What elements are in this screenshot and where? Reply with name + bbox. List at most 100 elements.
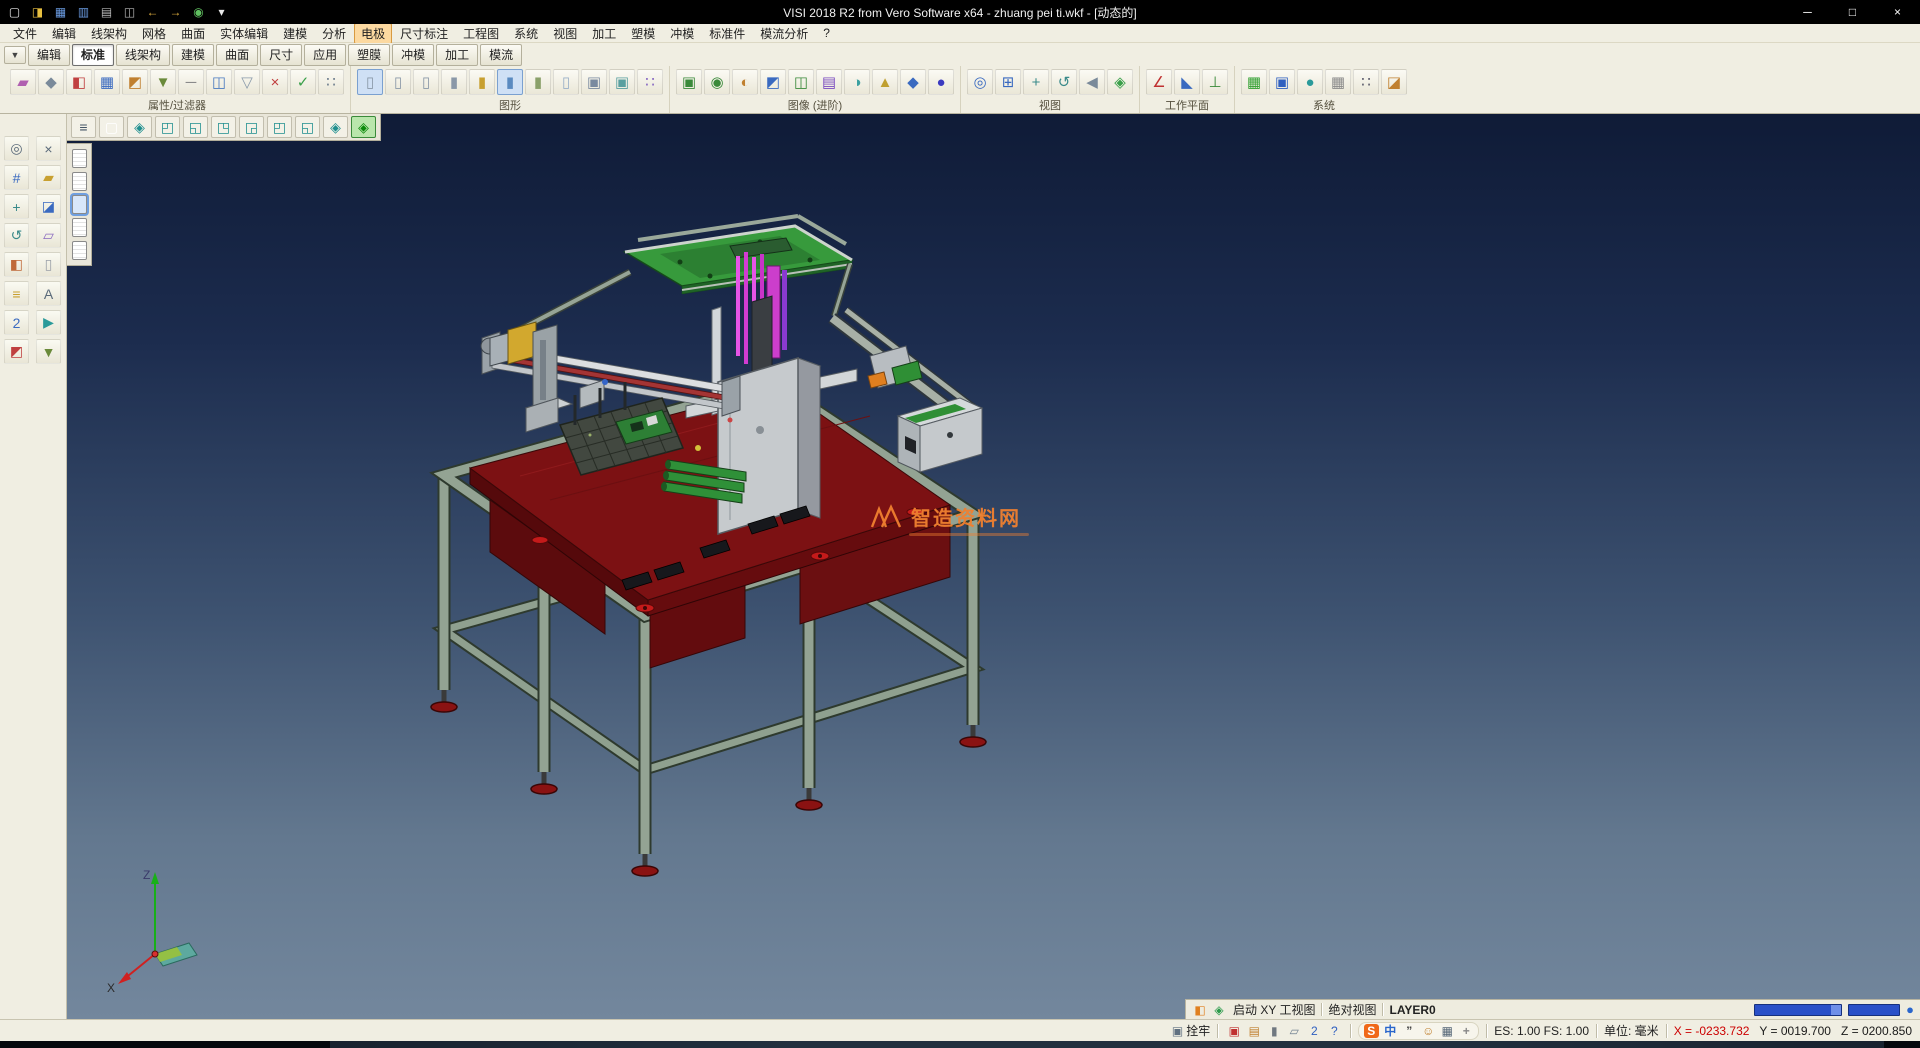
menu-help[interactable]: ?: [816, 24, 837, 42]
system-globe-icon[interactable]: ●: [1297, 69, 1323, 95]
tab-wireframe[interactable]: 线架构: [116, 44, 170, 66]
filter-type-icon[interactable]: ▼: [150, 69, 176, 95]
workplane-normal-icon[interactable]: ⊥: [1202, 69, 1228, 95]
ime-cn-icon[interactable]: 中: [1382, 1023, 1398, 1038]
view-zoom-window-icon[interactable]: ⊞: [995, 69, 1021, 95]
qa-open-icon[interactable]: ◨: [27, 3, 48, 22]
menu-electrode[interactable]: 电极: [354, 23, 392, 44]
system-calc-icon[interactable]: ∷: [1353, 69, 1379, 95]
tab-edit[interactable]: 编辑: [28, 44, 70, 66]
tab-machining[interactable]: 加工: [436, 44, 478, 66]
shade-points-icon[interactable]: ∷: [637, 69, 663, 95]
menu-flow-analysis[interactable]: 模流分析: [753, 23, 815, 44]
stamp-icon[interactable]: ◧: [4, 252, 29, 277]
menu-machining[interactable]: 加工: [585, 23, 623, 44]
tab-surface[interactable]: 曲面: [216, 44, 258, 66]
view-cube-top-icon[interactable]: ◰: [155, 116, 180, 138]
qa-new-icon[interactable]: ▢: [4, 3, 25, 22]
shade-hidden-icon[interactable]: ▯: [385, 69, 411, 95]
view-zoom-all-icon[interactable]: ◎: [967, 69, 993, 95]
tab-flow[interactable]: 模流: [480, 44, 522, 66]
adv-zebra-icon[interactable]: ▤: [816, 69, 842, 95]
viewbar-plane-icon[interactable]: ▢: [99, 116, 124, 138]
grid-snap-icon[interactable]: #: [4, 165, 29, 190]
tab-list-dropdown[interactable]: ▼: [4, 46, 26, 64]
menu-mold[interactable]: 塑模: [624, 23, 662, 44]
adv-curvature-icon[interactable]: ◑: [844, 69, 870, 95]
adv-section-icon[interactable]: ◫: [788, 69, 814, 95]
workplane-xy-icon[interactable]: ∠: [1146, 69, 1172, 95]
view-cube-right-icon[interactable]: ◳: [211, 116, 236, 138]
rotate-icon[interactable]: ↺: [4, 223, 29, 248]
qa-print-icon[interactable]: ▤: [96, 3, 117, 22]
view-rotate-icon[interactable]: ↺: [1051, 69, 1077, 95]
qa-undo-icon[interactable]: ←: [142, 3, 163, 22]
clipboard-2[interactable]: [72, 172, 87, 191]
tab-modeling[interactable]: 建模: [172, 44, 214, 66]
adv-draft-icon[interactable]: ▲: [872, 69, 898, 95]
clipboard-5[interactable]: [72, 241, 87, 260]
status-pen-icon[interactable]: ▱: [1285, 1022, 1303, 1039]
qa-save-icon[interactable]: ▦: [50, 3, 71, 22]
menu-mesh[interactable]: 网格: [135, 23, 173, 44]
menu-system[interactable]: 系统: [507, 23, 545, 44]
clipboard-3[interactable]: [72, 195, 87, 214]
erase-icon[interactable]: ◪: [36, 194, 61, 219]
qa-redo-icon[interactable]: →: [165, 3, 186, 22]
active-layer-label[interactable]: LAYER0: [1389, 1003, 1435, 1017]
trim-icon[interactable]: ×: [36, 136, 61, 161]
adv-light-icon[interactable]: ◐: [732, 69, 758, 95]
sogou-logo-icon[interactable]: S: [1363, 1023, 1379, 1038]
lock-toggle[interactable]: ▣ 拴牢: [1172, 1022, 1210, 1039]
ime-keyboard-icon[interactable]: ▦: [1439, 1023, 1455, 1038]
view-previous-icon[interactable]: ◀: [1079, 69, 1105, 95]
adv-material-icon[interactable]: ◉: [704, 69, 730, 95]
menu-drawing[interactable]: 工程图: [456, 23, 506, 44]
attr-copy-icon[interactable]: ◫: [206, 69, 232, 95]
filter-line-icon[interactable]: ─: [178, 69, 204, 95]
shade-wire-icon[interactable]: ▯: [357, 69, 383, 95]
menu-standard-parts[interactable]: 标准件: [702, 23, 752, 44]
attr-check-icon[interactable]: ✓: [290, 69, 316, 95]
menu-modeling[interactable]: 建模: [276, 23, 314, 44]
page-icon[interactable]: ▯: [36, 252, 61, 277]
adv-reflection-icon[interactable]: ◆: [900, 69, 926, 95]
filter-color-icon[interactable]: ◩: [122, 69, 148, 95]
view-cube-front-icon[interactable]: ◱: [183, 116, 208, 138]
system-colors-icon[interactable]: ▦: [1241, 69, 1267, 95]
sketch-icon[interactable]: ▰: [36, 165, 61, 190]
tab-standard[interactable]: 标准: [72, 44, 114, 66]
status-image-icon[interactable]: ▤: [1245, 1022, 1263, 1039]
qa-preview-icon[interactable]: ◫: [119, 3, 140, 22]
attr-erase-icon[interactable]: ×: [262, 69, 288, 95]
adv-shade-icon[interactable]: ▣: [676, 69, 702, 95]
adv-environment-icon[interactable]: ●: [928, 69, 954, 95]
workplane-axis-icon[interactable]: ◈: [1211, 1002, 1227, 1018]
attr-pen-icon[interactable]: ▰: [10, 69, 36, 95]
menu-dimension[interactable]: 尺寸标注: [393, 23, 455, 44]
ime-punct-icon[interactable]: ”: [1401, 1023, 1417, 1038]
minimize-button[interactable]: ─: [1785, 0, 1830, 24]
play-icon[interactable]: ▶: [36, 310, 61, 335]
tab-mold[interactable]: 塑膜: [348, 44, 390, 66]
view-mode-label[interactable]: 绝对视图: [1328, 1001, 1376, 1018]
system-screen-icon[interactable]: ▣: [1269, 69, 1295, 95]
attr-match-icon[interactable]: ◆: [38, 69, 64, 95]
selection-color-bar[interactable]: [1754, 1004, 1842, 1016]
filter-layer-icon[interactable]: ▦: [94, 69, 120, 95]
adv-shadow-icon[interactable]: ◩: [760, 69, 786, 95]
ime-emoji-icon[interactable]: ☺: [1420, 1023, 1436, 1038]
filter-funnel-icon[interactable]: ▽: [234, 69, 260, 95]
menu-solid-edit[interactable]: 实体编辑: [213, 23, 275, 44]
highlight-color-bar[interactable]: [1848, 1004, 1900, 1016]
shade-flat-icon[interactable]: ▮: [469, 69, 495, 95]
system-grid-icon[interactable]: ▦: [1325, 69, 1351, 95]
clipboard-4[interactable]: [72, 218, 87, 237]
tab-die[interactable]: 冲模: [392, 44, 434, 66]
tab-dimension[interactable]: 尺寸: [260, 44, 302, 66]
workplane-3d-icon[interactable]: ◣: [1174, 69, 1200, 95]
2d-mode-icon[interactable]: 2: [4, 310, 29, 335]
qa-refresh-icon[interactable]: ◉: [188, 3, 209, 22]
menu-die[interactable]: 冲模: [663, 23, 701, 44]
shade-transparent-icon[interactable]: ▯: [553, 69, 579, 95]
